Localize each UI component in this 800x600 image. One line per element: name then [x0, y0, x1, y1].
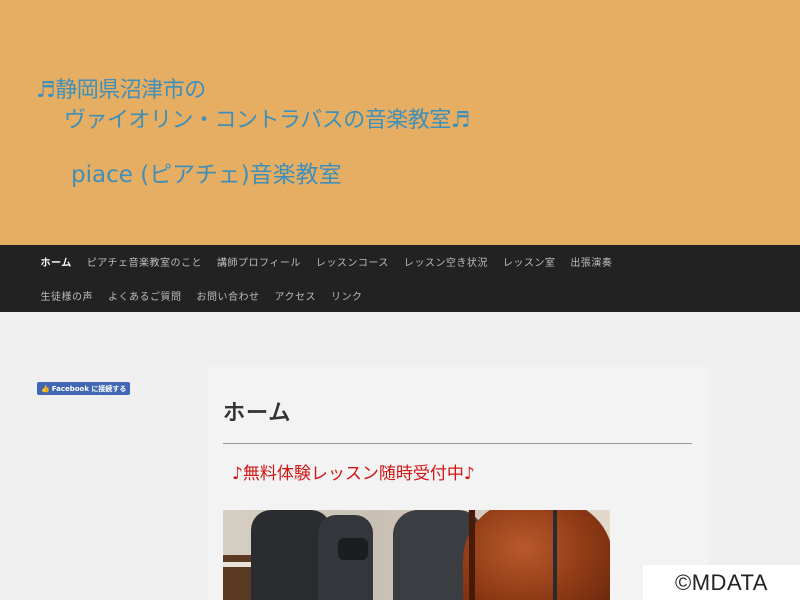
watermark: ©MDATA [643, 565, 800, 600]
site-title[interactable]: ♬静岡県沼津市の ヴァイオリン・コントラバスの音楽教室♬ [36, 76, 471, 136]
contrabass [463, 510, 610, 600]
nav-item-lesson-courses[interactable]: レッスンコース [308, 254, 396, 269]
nav-item-outreach-performance[interactable]: 出張演奏 [563, 254, 620, 269]
nav-item-contact[interactable]: お問い合わせ [189, 288, 267, 303]
nav-item-lesson-availability[interactable]: レッスン空き状況 [396, 254, 495, 269]
page-title: ホーム [223, 401, 292, 426]
main-navigation: ホーム ピアチェ音楽教室のこと 講師プロフィール レッスンコース レッスン空き状… [0, 245, 800, 312]
nav-item-teacher-profile[interactable]: 講師プロフィール [210, 254, 309, 269]
site-title-line2: ヴァイオリン・コントラバスの音楽教室♬ [64, 108, 471, 133]
nav-item-about[interactable]: ピアチェ音楽教室のこと [79, 254, 209, 269]
nav-item-links[interactable]: リンク [324, 288, 371, 303]
free-trial-banner: ♪無料体験レッスン随時受付中♪ [232, 464, 475, 484]
lesson-room-photo [223, 510, 610, 600]
nav-item-home[interactable]: ホーム [33, 254, 79, 269]
site-header: ♬静岡県沼津市の ヴァイオリン・コントラバスの音楽教室♬ piace (ピアチェ… [0, 0, 800, 245]
facebook-connect-button[interactable]: 👍 Facebook に接続する [37, 382, 131, 395]
nav-row-2: 生徒様の声 よくあるご質問 お問い合わせ アクセス リンク [0, 279, 370, 312]
site-subtitle: piace (ピアチェ)音楽教室 [71, 162, 342, 188]
facebook-connect-label: Facebook に接続する [51, 384, 127, 393]
nav-item-access[interactable]: アクセス [267, 288, 324, 303]
nav-row-1: ホーム ピアチェ音楽教室のこと 講師プロフィール レッスンコース レッスン空き状… [0, 245, 620, 278]
title-divider [223, 443, 692, 444]
site-title-line1: ♬静岡県沼津市の [36, 78, 206, 103]
nav-item-faq[interactable]: よくあるご質問 [101, 288, 190, 303]
nav-item-lesson-room[interactable]: レッスン室 [495, 254, 563, 269]
nav-item-testimonials[interactable]: 生徒様の声 [33, 288, 101, 303]
thumbs-up-icon: 👍 [41, 384, 50, 393]
